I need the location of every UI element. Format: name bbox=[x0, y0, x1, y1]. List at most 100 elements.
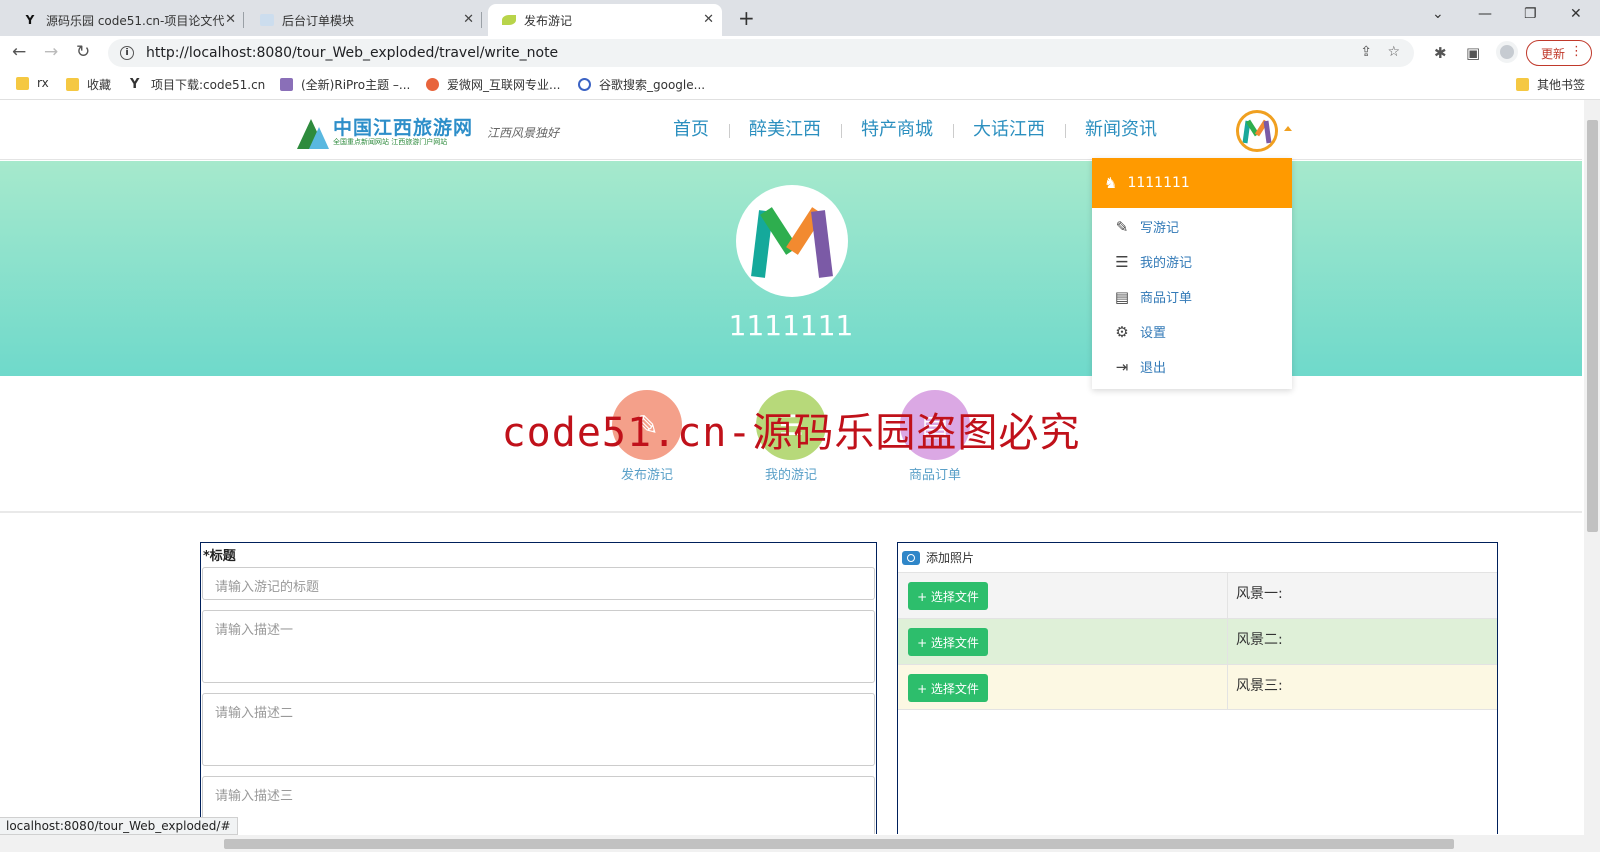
photo-header-label: 添加照片 bbox=[926, 551, 975, 565]
photo-row-3: + 选择文件 风景三: bbox=[898, 664, 1497, 710]
bookmark-aiwei[interactable]: 爱微网_互联网专业... bbox=[426, 76, 560, 93]
address-bar-row: ← → ↻ i http://localhost:8080/tour_Web_e… bbox=[0, 36, 1600, 70]
orders-icon: ▤ bbox=[900, 390, 970, 460]
reload-icon[interactable]: ↻ bbox=[76, 42, 90, 62]
quick-my-notes[interactable]: ☰ 我的游记 bbox=[746, 390, 836, 483]
close-window-icon[interactable]: ✕ bbox=[1570, 6, 1582, 22]
site-info-icon[interactable]: i bbox=[120, 46, 134, 60]
logo-subtitle: 全国重点新闻网站 江西旅游门户网站 bbox=[333, 137, 448, 146]
bookmark-favorites[interactable]: 收藏 bbox=[66, 76, 111, 93]
profile-icon[interactable] bbox=[1496, 41, 1518, 63]
menu-label: 退出 bbox=[1140, 361, 1167, 376]
bookmark-label: 其他书签 bbox=[1537, 78, 1586, 92]
bookmark-label: (全新)RiPro主题 –... bbox=[301, 78, 411, 92]
nav-scenery[interactable]: 醉美江西 bbox=[729, 118, 841, 142]
menu-label: 设置 bbox=[1140, 326, 1167, 341]
title-input[interactable]: 请输入游记的标题 bbox=[202, 567, 875, 600]
new-tab-icon[interactable]: + bbox=[738, 6, 755, 30]
forward-icon[interactable]: → bbox=[44, 42, 58, 62]
description-three-textarea[interactable]: 请输入描述三 bbox=[202, 776, 875, 834]
menu-orders[interactable]: ▤ 商品订单 bbox=[1092, 279, 1292, 314]
scenery-label: 风景一: bbox=[1236, 586, 1283, 602]
vertical-scroll-thumb[interactable] bbox=[1587, 120, 1598, 532]
folder-icon bbox=[66, 78, 79, 91]
placeholder: 请输入描述一 bbox=[215, 623, 294, 638]
back-icon[interactable]: ← bbox=[12, 42, 26, 62]
title-label: *标题 bbox=[203, 549, 236, 564]
tab-search-icon[interactable]: ⌄ bbox=[1432, 6, 1444, 22]
share-icon[interactable]: ⇪ bbox=[1360, 44, 1372, 60]
close-tab-icon[interactable]: ✕ bbox=[225, 12, 236, 27]
bookmark-label: 谷歌搜索_google... bbox=[599, 78, 706, 92]
list-icon: ☰ bbox=[1115, 252, 1129, 271]
ripro-icon bbox=[280, 78, 293, 91]
restore-icon[interactable]: ❐ bbox=[1524, 6, 1537, 22]
tab-code51[interactable]: Y 源码乐园 code51.cn-项目论文代 ✕ bbox=[8, 4, 244, 36]
bookmarks-bar: rx 收藏 Y 项目下载:code51.cn (全新)RiPro主题 –... 爱… bbox=[0, 70, 1600, 100]
user-avatar[interactable] bbox=[1236, 110, 1278, 152]
close-tab-icon[interactable]: ✕ bbox=[463, 12, 474, 27]
url-text: http://localhost:8080/tour_Web_exploded/… bbox=[146, 45, 559, 61]
photo-panel: 添加照片 + 选择文件 风景一: + 选择文件 风景二: + 选择文件 风景三: bbox=[897, 542, 1498, 834]
placeholder: 请输入游记的标题 bbox=[215, 580, 320, 595]
menu-dots-icon[interactable]: ⋮ bbox=[1570, 44, 1583, 59]
menu-label: 写游记 bbox=[1140, 221, 1180, 236]
folder-icon bbox=[1516, 78, 1529, 91]
nav-home[interactable]: 首页 bbox=[653, 118, 729, 142]
bookmark-google[interactable]: 谷歌搜索_google... bbox=[578, 76, 705, 93]
close-tab-icon[interactable]: ✕ bbox=[703, 12, 714, 27]
bookmark-code51[interactable]: Y 项目下载:code51.cn bbox=[130, 76, 265, 93]
site-logo[interactable]: 中国江西旅游网 全国重点新闻网站 江西旅游门户网站 江西风景独好 bbox=[297, 114, 559, 150]
dropdown-username: 1111111 bbox=[1127, 175, 1190, 191]
tab-order-module[interactable]: 后台订单模块 ✕ bbox=[246, 4, 482, 36]
edit-icon: ✎ bbox=[1115, 217, 1129, 236]
dropdown-header: ♞ 1111111 bbox=[1092, 158, 1292, 208]
clipboard-icon: ▤ bbox=[1114, 287, 1130, 306]
bookmark-other[interactable]: 其他书签 bbox=[1516, 76, 1585, 93]
nav-shop[interactable]: 特产商城 bbox=[841, 118, 953, 142]
notes-icon: ☰ bbox=[756, 390, 826, 460]
bookmark-rx[interactable]: rx bbox=[16, 76, 49, 90]
extensions-icon[interactable]: ✱ bbox=[1434, 44, 1447, 62]
profile-banner: 1111111 bbox=[0, 161, 1582, 376]
bookmark-star-icon[interactable]: ☆ bbox=[1387, 44, 1400, 60]
leaf-icon bbox=[502, 15, 516, 25]
image-icon bbox=[260, 14, 274, 26]
side-panel-icon[interactable]: ▣ bbox=[1466, 44, 1480, 62]
url-field[interactable]: i http://localhost:8080/tour_Web_explode… bbox=[108, 39, 1414, 67]
tab-write-note[interactable]: 发布游记 ✕ bbox=[488, 4, 722, 36]
scenery-label: 风景二: bbox=[1236, 632, 1283, 648]
menu-settings[interactable]: ⚙ 设置 bbox=[1092, 314, 1292, 349]
menu-logout[interactable]: ⇥ 退出 bbox=[1092, 349, 1292, 384]
nav-forum[interactable]: 大话江西 bbox=[953, 118, 1065, 142]
update-label: 更新 bbox=[1541, 46, 1566, 61]
choose-file-button-1[interactable]: + 选择文件 bbox=[908, 582, 988, 610]
bookmark-ripro[interactable]: (全新)RiPro主题 –... bbox=[280, 76, 410, 93]
choose-file-button-3[interactable]: + 选择文件 bbox=[908, 674, 988, 702]
user-dropdown-menu: ♞ 1111111 ✎ 写游记 ☰ 我的游记 ▤ 商品订单 ⚙ 设置 ⇥ 退出 bbox=[1092, 158, 1292, 389]
nav-news[interactable]: 新闻资讯 bbox=[1065, 118, 1177, 142]
update-button[interactable]: 更新 ⋮ bbox=[1526, 40, 1592, 66]
quick-label: 发布游记 bbox=[620, 468, 673, 483]
quick-orders[interactable]: ▤ 商品订单 bbox=[890, 390, 980, 483]
horizontal-scroll-thumb[interactable] bbox=[224, 839, 1454, 849]
choose-file-button-2[interactable]: + 选择文件 bbox=[908, 628, 988, 656]
caret-up-icon[interactable] bbox=[1284, 126, 1292, 131]
minimize-icon[interactable]: — bbox=[1478, 6, 1492, 22]
quick-actions: ✎ 发布游记 ☰ 我的游记 ▤ 商品订单 bbox=[0, 376, 1582, 513]
main-nav: 首页 醉美江西 特产商城 大话江西 新闻资讯 bbox=[653, 118, 1177, 142]
description-two-textarea[interactable]: 请输入描述二 bbox=[202, 693, 875, 766]
description-one-textarea[interactable]: 请输入描述一 bbox=[202, 610, 875, 683]
tab-title: 发布游记 bbox=[524, 13, 573, 28]
folder-icon bbox=[16, 76, 29, 90]
bookmark-label: rx bbox=[37, 76, 49, 90]
bookmark-label: 收藏 bbox=[87, 78, 112, 92]
menu-label: 我的游记 bbox=[1140, 256, 1193, 271]
web-page: 中国江西旅游网 全国重点新闻网站 江西旅游门户网站 江西风景独好 首页 醉美江西… bbox=[0, 100, 1582, 834]
quick-write-note[interactable]: ✎ 发布游记 bbox=[602, 390, 692, 483]
menu-my-notes[interactable]: ☰ 我的游记 bbox=[1092, 244, 1292, 279]
placeholder: 请输入描述三 bbox=[215, 789, 294, 804]
scenery-label: 风景三: bbox=[1236, 678, 1283, 694]
y-logo-icon: Y bbox=[130, 76, 140, 92]
menu-write-note[interactable]: ✎ 写游记 bbox=[1092, 209, 1292, 244]
